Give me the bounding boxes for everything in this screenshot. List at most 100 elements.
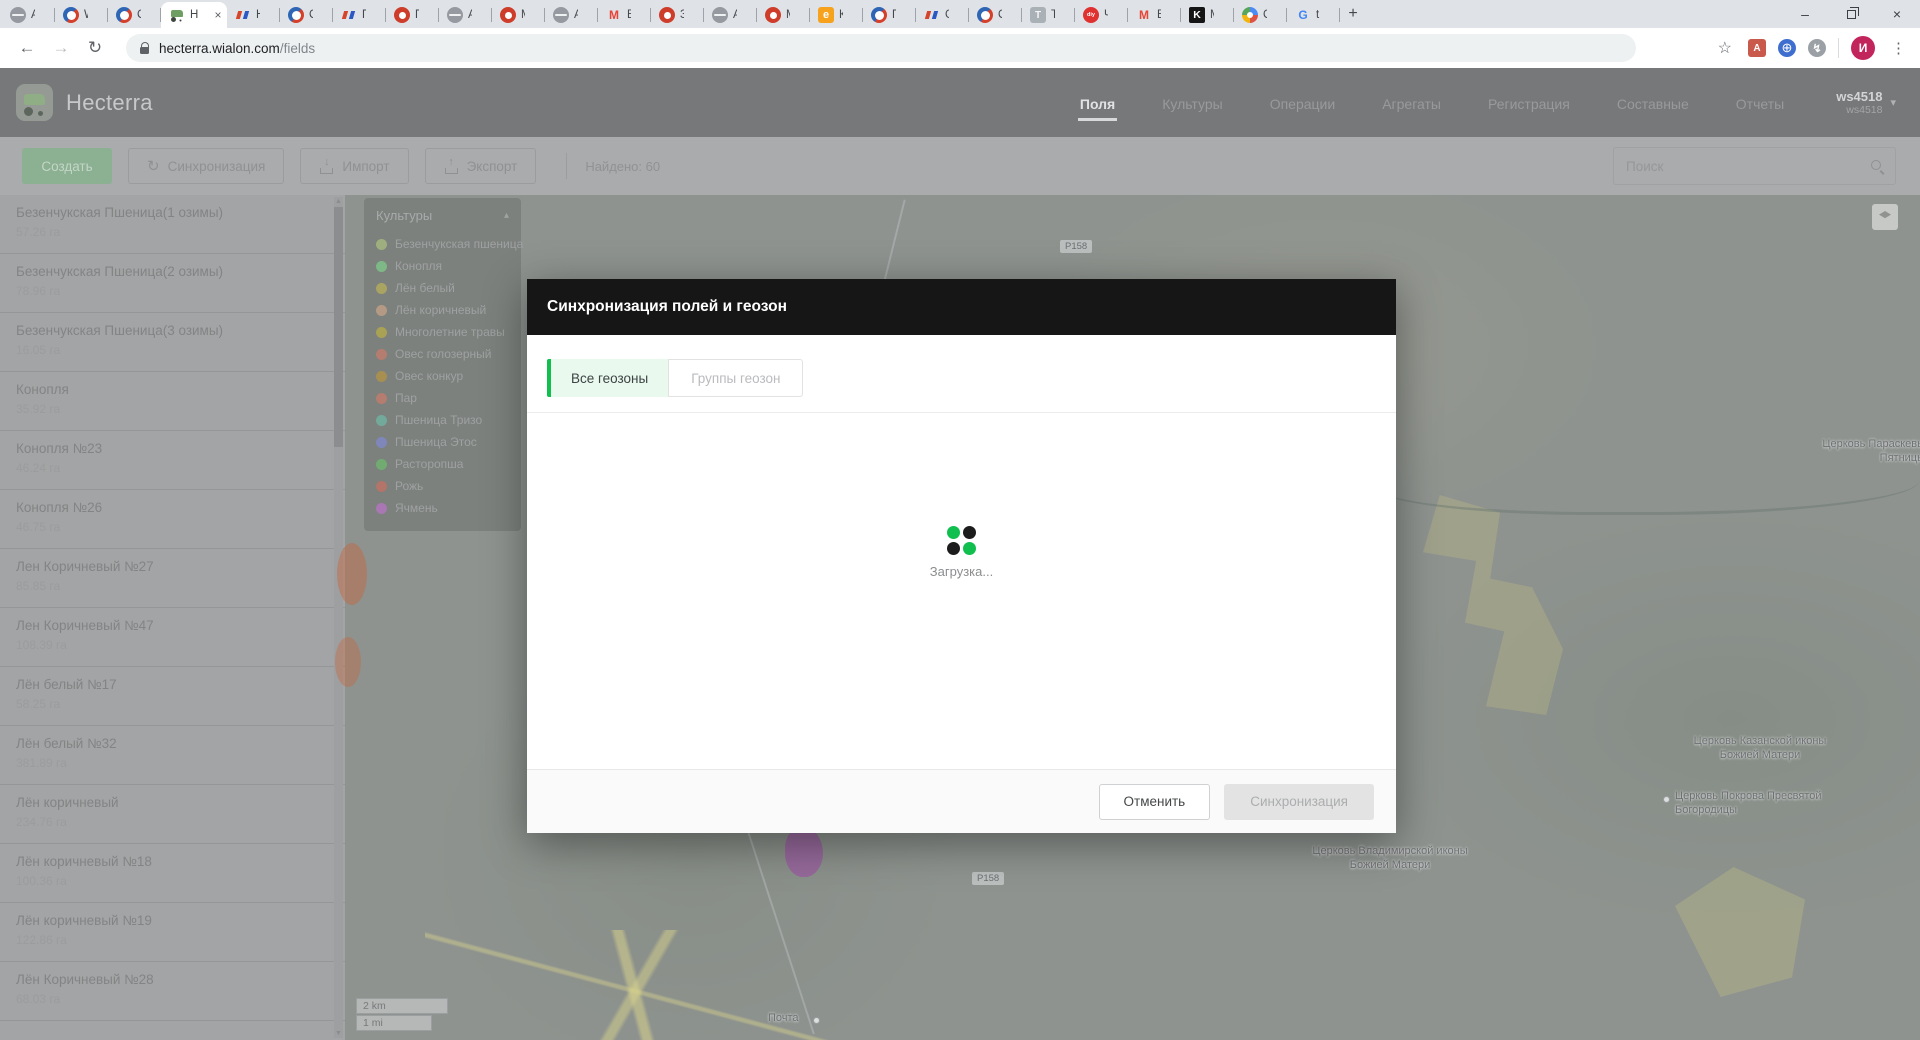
browser-tab[interactable]: H × (161, 2, 227, 28)
chrome-menu-icon[interactable]: ⋮ (1887, 39, 1910, 57)
field-list-item[interactable]: Безенчукская Пшеница(1 озимы) 57.26 га (0, 195, 345, 254)
scroll-up-icon[interactable]: ▲ (334, 198, 343, 205)
create-button[interactable]: Создать (22, 148, 112, 184)
field-list-item[interactable]: Конопля 35.92 га (0, 372, 345, 431)
cancel-button[interactable]: Отменить (1099, 784, 1211, 820)
browser-tab[interactable]: diy Чем (1075, 2, 1128, 28)
scroll-down-icon[interactable]: ▼ (334, 1030, 343, 1037)
header-nav-item[interactable]: Поля (1078, 72, 1117, 134)
tab-title: Авто (733, 9, 737, 21)
browser-tab[interactable]: Mitsu (492, 2, 545, 28)
tab-favicon-icon: diy (1083, 7, 1099, 23)
field-list-item[interactable]: Лён белый №32 381.89 га (0, 726, 345, 785)
road-number-badge: Р158 (972, 872, 1004, 885)
address-bar[interactable]: hecterra.wialon.com/fields (126, 34, 1636, 62)
browser-tab[interactable]: K Маст (1181, 2, 1234, 28)
legend-item: Лён белый (376, 277, 509, 299)
browser-tab-strip: Авто Wialo CMS H × Hecte Созд Поля Прод (0, 0, 1920, 28)
tab-favicon-icon (500, 7, 516, 23)
header-nav-item[interactable]: Культуры (1160, 72, 1224, 134)
map-layers-button[interactable] (1872, 204, 1898, 230)
tab-title: Прод (415, 9, 419, 21)
export-icon: ↑ (444, 159, 459, 174)
browser-tab[interactable]: Подк (863, 2, 916, 28)
search-input[interactable] (1626, 159, 1869, 174)
field-list-item[interactable]: Конопля №26 46.75 га (0, 490, 345, 549)
window-controls: – × (1782, 0, 1920, 28)
browser-tab[interactable]: CMS (108, 2, 161, 28)
https-lock-icon[interactable] (140, 47, 149, 54)
tab-title: GT06 (945, 9, 949, 21)
browser-tab[interactable]: Т Талр (1022, 2, 1075, 28)
synchronize-button[interactable]: Синхронизация (1224, 784, 1374, 820)
field-list-item[interactable]: Лён Коричневый №28 68.03 га (0, 962, 345, 1021)
browser-tab[interactable]: Осн (969, 2, 1022, 28)
field-list-item[interactable]: Лён коричневый №18 100.36 га (0, 844, 345, 903)
pdf-extension-icon[interactable]: A (1748, 39, 1766, 57)
browser-tab[interactable]: M Вход (598, 2, 651, 28)
back-button[interactable]: ← (10, 31, 44, 65)
browser-tab[interactable]: G track (1287, 2, 1340, 28)
browser-tab[interactable]: Прод (386, 2, 439, 28)
tab-close-icon[interactable]: × (212, 8, 224, 22)
collapse-chevron-icon[interactable]: ▴ (504, 210, 509, 221)
restore-button[interactable] (1828, 0, 1874, 28)
field-list-item[interactable]: Лен Коричневый №27 85.85 га (0, 549, 345, 608)
field-name: Лён коричневый №18 (16, 854, 319, 869)
browser-tab[interactable]: Спар (1234, 2, 1287, 28)
browser-tab[interactable]: Зака (651, 2, 704, 28)
browser-tab[interactable]: Авто (439, 2, 492, 28)
new-tab-button[interactable]: + (1340, 1, 1366, 27)
forward-button[interactable]: → (44, 31, 78, 65)
crop-label: Лён коричневый (395, 303, 486, 317)
field-list-item[interactable]: Лён коричневый №19 122.86 га (0, 903, 345, 962)
export-button[interactable]: ↑Экспорт (425, 148, 537, 184)
reload-button[interactable]: ↻ (78, 31, 112, 65)
browser-tab[interactable]: Авто (2, 2, 55, 28)
extension-bolt-icon[interactable]: ↯ (1808, 39, 1826, 57)
hecterra-logo-icon[interactable] (16, 84, 53, 121)
bookmark-star-icon[interactable]: ☆ (1718, 38, 1732, 58)
browser-tab[interactable]: Wialo (55, 2, 108, 28)
header-nav-item[interactable]: Составные (1615, 72, 1691, 134)
tab-favicon-icon (977, 7, 993, 23)
browser-tab[interactable]: M Вход (1128, 2, 1181, 28)
browser-tab[interactable]: Созд (280, 2, 333, 28)
import-button[interactable]: ↓Импорт (300, 148, 408, 184)
field-name: Лён белый №17 (16, 677, 319, 692)
field-name: Конопля №23 (16, 441, 319, 456)
field-list-item[interactable]: Лен Коричневый №47 108.39 га (0, 608, 345, 667)
header-nav-item[interactable]: Агрегаты (1380, 72, 1443, 134)
field-name: Лён Коричневый №28 (16, 972, 319, 987)
close-window-button[interactable]: × (1874, 0, 1920, 28)
browser-tab[interactable]: Hecte (227, 2, 280, 28)
browser-tab[interactable]: Mitsu (757, 2, 810, 28)
browser-tab[interactable]: Поля (333, 2, 386, 28)
browser-tab[interactable]: Авто (704, 2, 757, 28)
scrollbar-thumb[interactable] (334, 207, 343, 447)
field-list-item[interactable]: Безенчукская Пшеница(2 озимы) 78.96 га (0, 254, 345, 313)
tab-title: Авто (31, 9, 35, 21)
header-nav-item[interactable]: Операции (1268, 72, 1338, 134)
field-list-item[interactable]: Безенчукская Пшеница(3 озимы) 16.05 га (0, 313, 345, 372)
field-list-item[interactable]: Лён белый №17 58.25 га (0, 667, 345, 726)
browser-tab[interactable]: e Конт (810, 2, 863, 28)
tab-title: H (190, 9, 207, 21)
field-list-item[interactable]: Конопля №23 46.24 га (0, 431, 345, 490)
user-menu[interactable]: ws4518 ws4518 ▾ (1836, 89, 1896, 116)
profile-avatar[interactable]: И (1851, 36, 1875, 60)
header-nav-item[interactable]: Регистрация (1486, 72, 1572, 134)
minimize-button[interactable]: – (1782, 0, 1828, 28)
translate-extension-icon[interactable]: ⊕ (1778, 39, 1796, 57)
search-icon (1869, 158, 1885, 174)
restore-icon (1847, 10, 1856, 19)
tab-favicon-icon (765, 7, 781, 23)
header-nav-item[interactable]: Отчеты (1734, 72, 1786, 134)
browser-tab[interactable]: GT06 (916, 2, 969, 28)
browser-tab[interactable]: Авто (545, 2, 598, 28)
divider (566, 153, 567, 179)
sync-button[interactable]: Синхронизация (128, 148, 284, 184)
field-area: 234.76 га (16, 815, 319, 829)
field-list-item[interactable]: Лён коричневый 234.76 га (0, 785, 345, 844)
field-polygon-purple (785, 827, 823, 877)
